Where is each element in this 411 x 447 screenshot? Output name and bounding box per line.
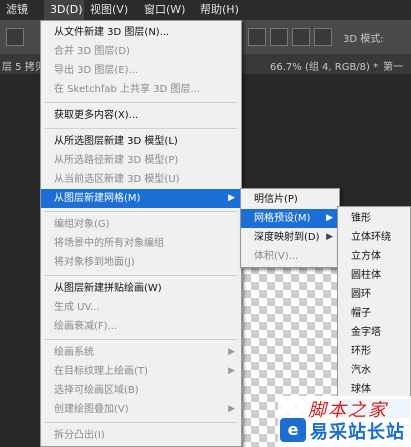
submenu-arrow-icon: ▶: [228, 193, 235, 203]
menu-item-get-more-content[interactable]: 获取更多内容(X)...: [41, 106, 241, 125]
menu-item-group-all-objects[interactable]: 将场景中的所有对象编组: [41, 234, 241, 253]
3d-menu: 从文件新建 3D 图层(N)... 合并 3D 图层(D) 导出 3D 图层(E…: [40, 20, 242, 447]
submenu-item-volume[interactable]: 体积(V)...: [241, 247, 339, 266]
align-right-icon[interactable]: [292, 28, 310, 46]
submenu-arrow-icon: ▶: [228, 366, 235, 376]
menu-item-label: 在目标纹理上绘画(T): [54, 366, 148, 377]
menu-item-paint-system[interactable]: 绘画系统 ▶: [41, 343, 241, 362]
menu-item-split-extrusion[interactable]: 拆分凸出(I): [41, 426, 241, 445]
menu-item-label: 深度映射到(D): [254, 232, 320, 243]
submenu-arrow-icon: ▶: [326, 232, 333, 242]
preset-item-cube[interactable]: 立方体: [338, 247, 410, 266]
menu-separator: [45, 339, 237, 340]
preset-item-soda-can[interactable]: 汽水: [338, 361, 410, 380]
menu-item-export-3d-layer[interactable]: 导出 3D 图层(E)...: [41, 61, 241, 80]
align-icon[interactable]: [6, 28, 24, 46]
menu-item-merge-3d-layers[interactable]: 合并 3D 图层(D): [41, 42, 241, 61]
menu-item-new-tiled-painting[interactable]: 从图层新建拼贴绘画(W): [41, 279, 241, 298]
submenu-item-depth-map[interactable]: 深度映射到(D) ▶: [241, 228, 339, 247]
watermark-logo-icon: e: [280, 418, 306, 442]
preset-item-hat[interactable]: 帽子: [338, 304, 410, 323]
menu-separator: [45, 211, 237, 212]
menu-item-select-paintable-area[interactable]: 选择可绘画区域(B): [41, 381, 241, 400]
menu-help[interactable]: 帮助(H): [194, 0, 254, 20]
menu-item-new-3d-model-from-layer[interactable]: 从所选图层新建 3D 模型(L): [41, 132, 241, 151]
menu-item-new-3d-model-from-path[interactable]: 从所选路径新建 3D 模型(P): [41, 151, 241, 170]
menu-item-paint-falloff[interactable]: 绘画衰减(F)...: [41, 317, 241, 336]
menu-bar: 滤镜(T) 3D(D) 视图(V) 窗口(W) 帮助(H): [0, 0, 411, 36]
menu-item-generate-uv[interactable]: 生成 UV...: [41, 298, 241, 317]
menu-separator: [45, 275, 237, 276]
menu-item-new-3d-layer-from-file[interactable]: 从文件新建 3D 图层(N)...: [41, 23, 241, 42]
menu-item-create-painting-overlay[interactable]: 创建绘图叠加(V) ▶: [41, 400, 241, 419]
preset-item-pyramid[interactable]: 金字塔: [338, 323, 410, 342]
menu-filter[interactable]: 滤镜(T): [0, 0, 44, 36]
menu-separator: [45, 102, 237, 103]
menu-item-label: 创建绘图叠加(V): [54, 404, 129, 415]
submenu-item-postcard[interactable]: 明信片(P): [241, 190, 339, 209]
mesh-preset-submenu: 锥形 立体环绕 立方体 圆柱体 圆环 帽子 金字塔 环形 汽水 球体 酒瓶: [337, 206, 411, 425]
menu-item-new-mesh-from-layer[interactable]: 从图层新建网格(M) ▶: [41, 189, 241, 208]
menu-separator: [45, 422, 237, 423]
menu-window[interactable]: 窗口(W): [138, 0, 194, 20]
submenu-item-mesh-preset[interactable]: 网格预设(M) ▶: [241, 209, 339, 228]
menu-view[interactable]: 视图(V): [84, 0, 138, 20]
document-tab-left[interactable]: 层 5 拷贝: [2, 58, 45, 73]
menu-item-paint-on-target-texture[interactable]: 在目标纹理上绘画(T) ▶: [41, 362, 241, 381]
watermark-bottom-text: 易采站长站: [310, 422, 405, 443]
3d-mode-label: 3D 模式:: [343, 34, 384, 45]
menu-item-new-3d-model-from-selection[interactable]: 从当前选区新建 3D 模型(U): [41, 170, 241, 189]
menu-item-share-sketchfab[interactable]: 在 Sketchfab 上共享 3D 图层...: [41, 80, 241, 99]
preset-item-cylinder[interactable]: 圆柱体: [338, 266, 410, 285]
submenu-arrow-icon: ▶: [228, 404, 235, 414]
align-center-icon[interactable]: [270, 28, 288, 46]
distribute-icon[interactable]: [248, 28, 266, 46]
menu-item-label: 绘画系统: [54, 347, 94, 358]
preset-item-cube-wrap[interactable]: 立体环绕: [338, 228, 410, 247]
document-status: 66.7% (组 4, RGB/8) *: [270, 62, 379, 73]
preset-item-donut[interactable]: 圆环: [338, 285, 410, 304]
mesh-submenu: 明信片(P) 网格预设(M) ▶ 深度映射到(D) ▶ 体积(V)...: [240, 188, 340, 268]
align-bottom-icon[interactable]: [314, 28, 332, 46]
watermark: 脚本之家 e 易采站长站: [278, 396, 411, 447]
menu-separator: [45, 128, 237, 129]
submenu-arrow-icon: ▶: [326, 213, 333, 223]
menu-item-group-objects[interactable]: 编组对象(G): [41, 215, 241, 234]
menu-item-label: 从图层新建网格(M): [54, 193, 141, 204]
document-tab-right[interactable]: 第一: [383, 58, 403, 73]
menu-3d[interactable]: 3D(D): [44, 0, 84, 20]
preset-item-cone[interactable]: 锥形: [338, 209, 410, 228]
preset-item-ring[interactable]: 环形: [338, 342, 410, 361]
menu-item-move-to-ground[interactable]: 将对象移到地面(J): [41, 253, 241, 272]
submenu-arrow-icon: ▶: [228, 347, 235, 357]
menu-item-label: 网格预设(M): [254, 213, 311, 224]
